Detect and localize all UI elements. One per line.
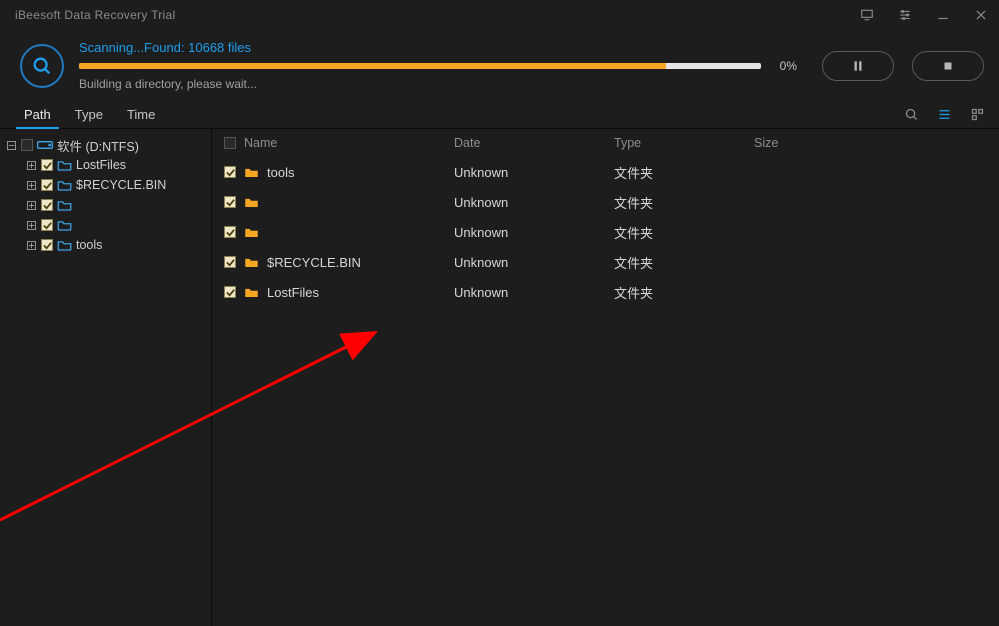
tree-item-label: tools [76, 238, 102, 252]
close-button[interactable] [973, 7, 989, 23]
list-item[interactable]: Unknown 文件夹 [212, 217, 999, 247]
disk-icon [37, 139, 53, 151]
collapse-icon[interactable] [6, 140, 17, 151]
row-checkbox[interactable] [224, 166, 236, 178]
select-all-checkbox[interactable] [224, 137, 236, 149]
list-item[interactable]: Unknown 文件夹 [212, 187, 999, 217]
row-name: $RECYCLE.BIN [267, 255, 361, 270]
tree-item[interactable] [4, 195, 207, 215]
tab-type-label: Type [75, 107, 103, 122]
tree-item[interactable]: $RECYCLE.BIN [4, 175, 207, 195]
row-type: 文件夹 [614, 193, 754, 212]
list-item[interactable]: tools Unknown 文件夹 [212, 157, 999, 187]
expand-icon[interactable] [26, 180, 37, 191]
tree-item-label: LostFiles [76, 158, 126, 172]
column-type[interactable]: Type [614, 136, 754, 150]
scan-icon [20, 44, 64, 88]
tree-root[interactable]: 软件 (D:NTFS) [4, 135, 207, 155]
folder-tree: 软件 (D:NTFS) LostFiles $RECYCLE.BIN [0, 129, 212, 626]
export-icon[interactable] [859, 7, 875, 23]
tab-time[interactable]: Time [115, 101, 167, 128]
tab-time-label: Time [127, 107, 155, 122]
row-date: Unknown [454, 195, 614, 210]
row-type: 文件夹 [614, 223, 754, 242]
app-title: iBeesoft Data Recovery Trial [15, 8, 175, 22]
row-checkbox[interactable] [224, 286, 236, 298]
tab-path-label: Path [24, 107, 51, 122]
row-type: 文件夹 [614, 253, 754, 272]
folder-icon [244, 286, 259, 298]
tree-checkbox[interactable] [41, 219, 53, 231]
row-date: Unknown [454, 165, 614, 180]
row-name: tools [267, 165, 294, 180]
settings-icon[interactable] [897, 7, 913, 23]
list-item[interactable]: $RECYCLE.BIN Unknown 文件夹 [212, 247, 999, 277]
folder-icon [57, 219, 72, 231]
scan-substatus-text: Building a directory, please wait... [79, 77, 797, 91]
tree-root-checkbox[interactable] [21, 139, 33, 151]
scan-progress-bar [79, 63, 761, 69]
folder-icon [57, 199, 72, 211]
row-date: Unknown [454, 225, 614, 240]
row-name: LostFiles [267, 285, 319, 300]
expand-icon[interactable] [26, 160, 37, 171]
row-date: Unknown [454, 255, 614, 270]
tree-item[interactable]: LostFiles [4, 155, 207, 175]
scan-status-text: Scanning...Found: 10668 files [79, 40, 797, 55]
file-list: Name Date Type Size tools Unknown 文件夹 Un… [212, 129, 999, 626]
view-grid-icon[interactable] [970, 107, 985, 122]
pause-button[interactable] [822, 51, 894, 81]
row-checkbox[interactable] [224, 196, 236, 208]
view-list-icon[interactable] [937, 107, 952, 122]
tree-checkbox[interactable] [41, 179, 53, 191]
folder-icon [57, 239, 72, 251]
scan-progress-percent: 0% [769, 59, 797, 73]
tab-path[interactable]: Path [12, 101, 63, 128]
expand-icon[interactable] [26, 200, 37, 211]
folder-icon [57, 179, 72, 191]
folder-icon [244, 226, 259, 238]
row-type: 文件夹 [614, 163, 754, 182]
folder-icon [244, 196, 259, 208]
tree-item[interactable] [4, 215, 207, 235]
tree-item[interactable]: tools [4, 235, 207, 255]
row-checkbox[interactable] [224, 256, 236, 268]
search-icon[interactable] [904, 107, 919, 122]
tree-checkbox[interactable] [41, 159, 53, 171]
tree-checkbox[interactable] [41, 239, 53, 251]
tree-item-label: $RECYCLE.BIN [76, 178, 166, 192]
list-item[interactable]: LostFiles Unknown 文件夹 [212, 277, 999, 307]
row-date: Unknown [454, 285, 614, 300]
folder-icon [244, 166, 259, 178]
folder-icon [244, 256, 259, 268]
tree-checkbox[interactable] [41, 199, 53, 211]
row-type: 文件夹 [614, 283, 754, 302]
column-name[interactable]: Name [244, 136, 277, 150]
row-checkbox[interactable] [224, 226, 236, 238]
column-size[interactable]: Size [754, 136, 999, 150]
scan-progress-fill [79, 63, 666, 69]
tab-type[interactable]: Type [63, 101, 115, 128]
tree-root-label: 软件 (D:NTFS) [57, 136, 139, 155]
expand-icon[interactable] [26, 220, 37, 231]
column-date[interactable]: Date [454, 136, 614, 150]
stop-button[interactable] [912, 51, 984, 81]
minimize-button[interactable] [935, 7, 951, 23]
folder-icon [57, 159, 72, 171]
expand-icon[interactable] [26, 240, 37, 251]
